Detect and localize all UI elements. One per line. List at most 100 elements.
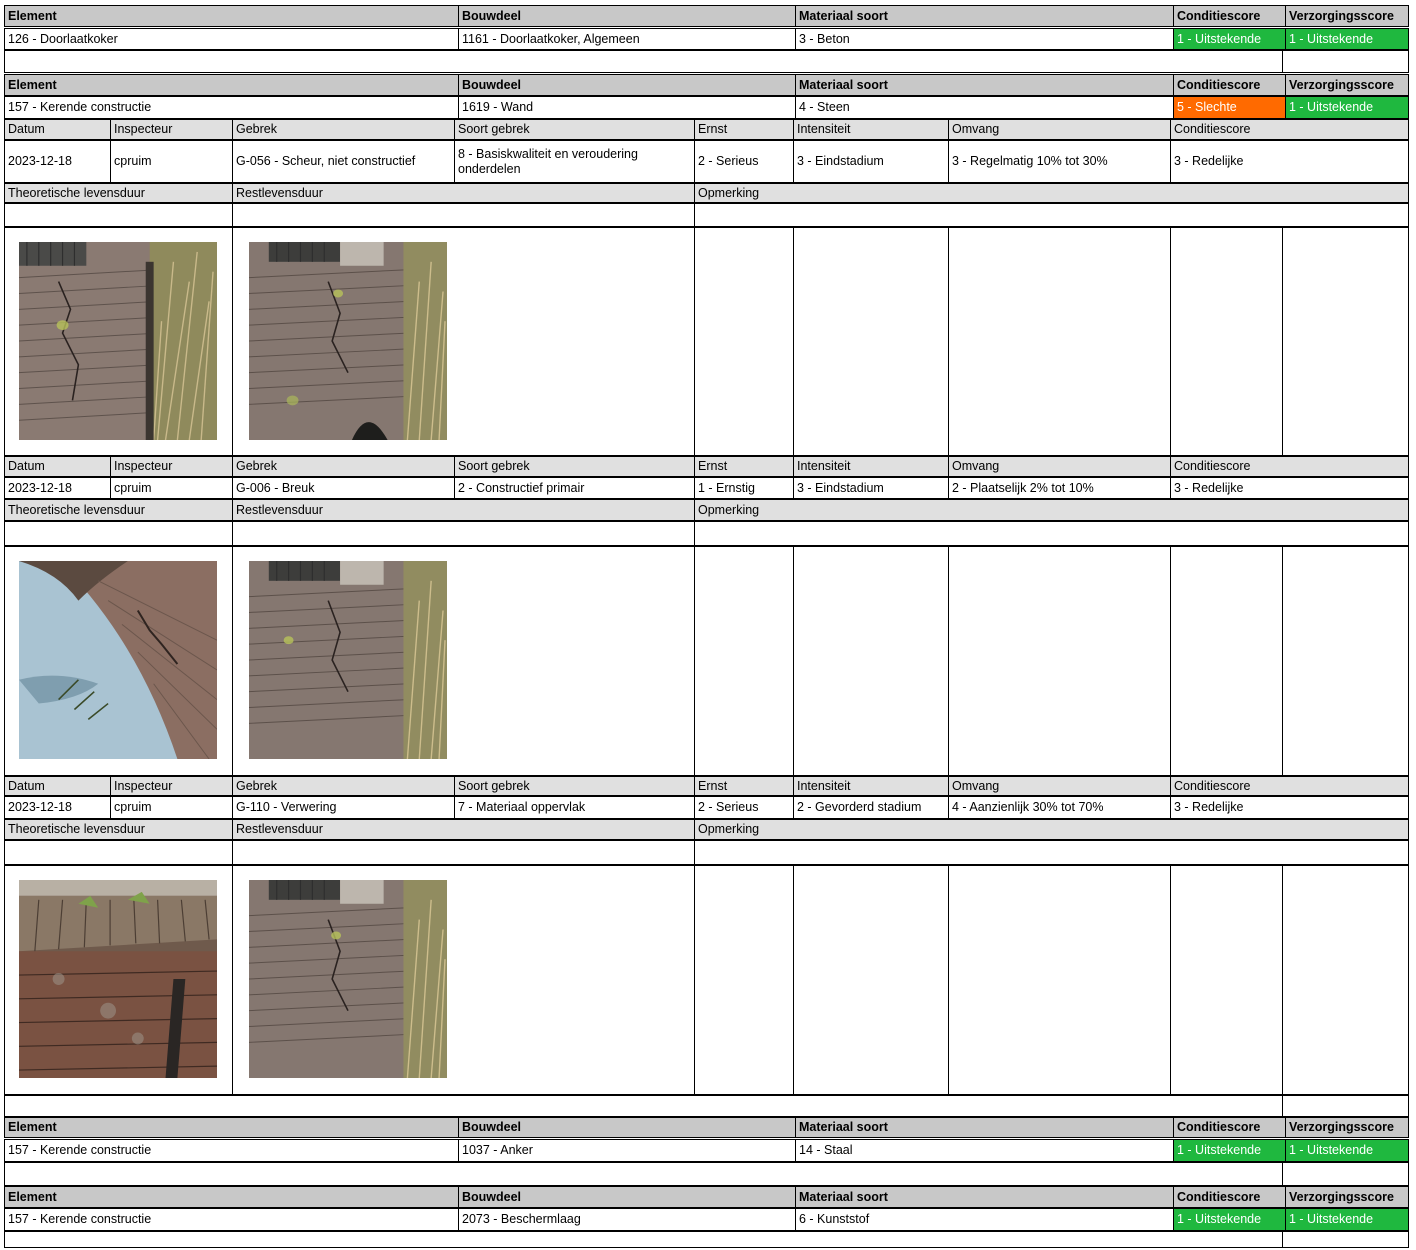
soort-gebrek-header: Soort gebrek: [454, 776, 695, 796]
datum-header: Datum: [4, 119, 111, 140]
datum-value: 2023-12-18: [4, 796, 111, 819]
spacer-row-right: [1282, 50, 1409, 73]
brick-wall-photo-crack[interactable]: [19, 242, 217, 440]
inspecteur-value: cpruim: [110, 796, 233, 819]
conditiescore-header: Conditiescore: [1173, 1117, 1286, 1138]
spacer-row-right: [1282, 1231, 1409, 1248]
weathered-brick-coping-photo[interactable]: [19, 880, 217, 1078]
defect-conditiescore-header: Conditiescore: [1170, 776, 1409, 796]
theoretische-levensduur-header: Theoretische levensduur: [4, 183, 233, 203]
empty-cell: [694, 865, 794, 1095]
empty-cell: [1282, 227, 1409, 456]
defect-conditiescore-header: Conditiescore: [1170, 456, 1409, 477]
empty-cell: [793, 865, 949, 1095]
conditiescore-header: Conditiescore: [1173, 1186, 1286, 1208]
opmerking-value: [694, 840, 1409, 865]
inspecteur-value: cpruim: [110, 140, 233, 183]
empty-cell: [948, 865, 1171, 1095]
materiaal-value: 4 - Steen: [795, 96, 1174, 119]
empty-cell: [694, 227, 794, 456]
empty-cell: [694, 546, 794, 776]
element-header: Element: [4, 1186, 459, 1208]
bouwdeel-value: 1619 - Wand: [458, 96, 796, 119]
omvang-header: Omvang: [948, 119, 1171, 140]
brick-wall-photo-overview[interactable]: [249, 242, 447, 440]
gebrek-header: Gebrek: [232, 776, 455, 796]
gebrek-value: G-110 - Verwering: [232, 796, 455, 819]
defect-conditiescore-header: Conditiescore: [1170, 119, 1409, 140]
empty-cell: [1170, 865, 1283, 1095]
inspecteur-value: cpruim: [110, 477, 233, 499]
culvert-arch-water-photo[interactable]: [19, 561, 217, 759]
intensiteit-header: Intensiteit: [793, 776, 949, 796]
element-header: Element: [4, 5, 459, 27]
omvang-value: 2 - Plaatselijk 2% tot 10%: [948, 477, 1171, 499]
ernst-value: 1 - Ernstig: [694, 477, 794, 499]
verzorgingsscore-badge: 1 - Uitstekende: [1285, 28, 1409, 50]
soort-gebrek-value: 7 - Materiaal oppervlak: [454, 796, 695, 819]
verzorgingsscore-header: Verzorgingsscore: [1285, 1186, 1409, 1208]
bouwdeel-value: 1037 - Anker: [458, 1139, 796, 1162]
empty-cell: [1170, 546, 1283, 776]
theoretische-levensduur-value: [4, 840, 233, 865]
gebrek-header: Gebrek: [232, 119, 455, 140]
defect-conditiescore-value: 3 - Redelijke: [1170, 477, 1409, 499]
theoretische-levensduur-value: [4, 521, 233, 546]
omvang-value: 3 - Regelmatig 10% tot 30%: [948, 140, 1171, 183]
verzorgingsscore-badge: 1 - Uitstekende: [1285, 96, 1409, 119]
bouwdeel-header: Bouwdeel: [458, 5, 796, 27]
spacer-row-right: [1282, 1162, 1409, 1186]
bouwdeel-value: 2073 - Beschermlaag: [458, 1208, 796, 1231]
conditiescore-badge: 1 - Uitstekende: [1173, 1139, 1286, 1162]
spacer-row: [4, 1162, 1283, 1186]
theoretische-levensduur-value: [4, 203, 233, 227]
materiaal-header: Materiaal soort: [795, 1186, 1174, 1208]
ernst-value: 2 - Serieus: [694, 796, 794, 819]
omvang-header: Omvang: [948, 456, 1171, 477]
restlevensduur-value: [232, 521, 695, 546]
verzorgingsscore-badge: 1 - Uitstekende: [1285, 1208, 1409, 1231]
spacer-row: [4, 50, 1283, 73]
datum-value: 2023-12-18: [4, 140, 111, 183]
datum-header: Datum: [4, 776, 111, 796]
defect-conditiescore-value: 3 - Redelijke: [1170, 796, 1409, 819]
omvang-value: 4 - Aanzienlijk 30% tot 70%: [948, 796, 1171, 819]
verzorgingsscore-header: Verzorgingsscore: [1285, 5, 1409, 27]
inspection-sheet: Element Bouwdeel Materiaal soort Conditi…: [4, 5, 1409, 1248]
conditiescore-badge: 1 - Uitstekende: [1173, 28, 1286, 50]
conditiescore-header: Conditiescore: [1173, 5, 1286, 27]
empty-cell: [948, 227, 1171, 456]
ernst-header: Ernst: [694, 776, 794, 796]
verzorgingsscore-header: Verzorgingsscore: [1285, 74, 1409, 96]
restlevensduur-header: Restlevensduur: [232, 499, 695, 521]
element-header: Element: [4, 74, 459, 96]
intensiteit-header: Intensiteit: [793, 456, 949, 477]
bouwdeel-header: Bouwdeel: [458, 74, 796, 96]
bouwdeel-value: 1161 - Doorlaatkoker, Algemeen: [458, 28, 796, 50]
omvang-header: Omvang: [948, 776, 1171, 796]
brick-wall-photo-overview[interactable]: [249, 880, 447, 1078]
bouwdeel-header: Bouwdeel: [458, 1186, 796, 1208]
soort-gebrek-value: 8 - Basiskwaliteit en veroudering onderd…: [454, 140, 695, 183]
ernst-header: Ernst: [694, 119, 794, 140]
ernst-value: 2 - Serieus: [694, 140, 794, 183]
conditiescore-badge: 1 - Uitstekende: [1173, 1208, 1286, 1231]
opmerking-header: Opmerking: [694, 819, 1409, 840]
opmerking-value: [694, 203, 1409, 227]
restlevensduur-header: Restlevensduur: [232, 819, 695, 840]
spacer-row: [4, 1095, 1283, 1117]
empty-cell: [793, 546, 949, 776]
soort-gebrek-value: 2 - Constructief primair: [454, 477, 695, 499]
materiaal-header: Materiaal soort: [795, 74, 1174, 96]
element-value: 126 - Doorlaatkoker: [4, 28, 459, 50]
ernst-header: Ernst: [694, 456, 794, 477]
empty-cell: [1282, 865, 1409, 1095]
inspecteur-header: Inspecteur: [110, 456, 233, 477]
brick-wall-photo-overview[interactable]: [249, 561, 447, 759]
defect-conditiescore-value: 3 - Redelijke: [1170, 140, 1409, 183]
intensiteit-header: Intensiteit: [793, 119, 949, 140]
materiaal-value: 14 - Staal: [795, 1139, 1174, 1162]
inspecteur-header: Inspecteur: [110, 119, 233, 140]
datum-header: Datum: [4, 456, 111, 477]
element-value: 157 - Kerende constructie: [4, 1139, 459, 1162]
